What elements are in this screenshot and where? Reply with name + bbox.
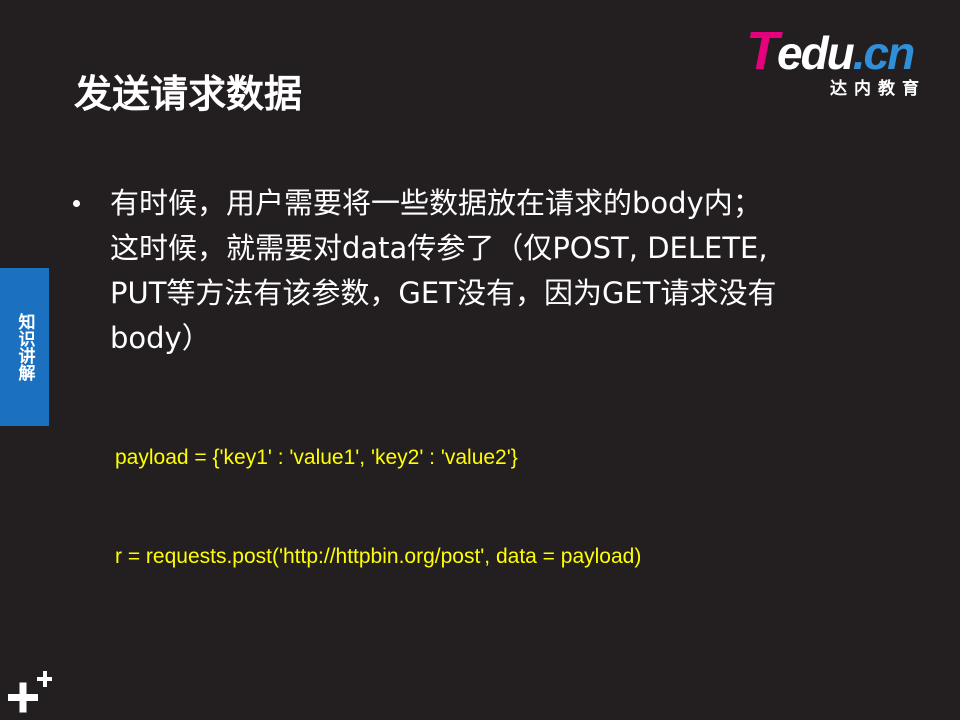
bullet-dot-icon (73, 200, 80, 207)
side-tab: 知识讲解 (0, 268, 49, 426)
bullet-line: 这时候，就需要对data传参了（仅POST, DELETE, (110, 231, 768, 265)
bullet-line: 有时候，用户需要将一些数据放在请求的body内； (110, 186, 762, 220)
logo-letters-cn: .cn (852, 27, 915, 79)
bullet-line: body） (110, 321, 211, 355)
slide: Tedu.cn 达内教育 发送请求数据 知识讲解 有时候，用户需要将一些数据放在… (0, 0, 960, 720)
plus-icon (8, 671, 52, 713)
bullet-text: 有时候，用户需要将一些数据放在请求的body内； 这时候，就需要对data传参了… (110, 181, 850, 361)
logo-wordmark: Tedu.cn (746, 24, 915, 79)
side-tab-label: 知识讲解 (14, 313, 35, 381)
logo-subtitle: 达内教育 (830, 79, 926, 99)
code-line: payload = {'key1' : 'value1', 'key2' : '… (115, 446, 518, 469)
code-block: payload = {'key1' : 'value1', 'key2' : '… (115, 375, 641, 639)
bullet-line: PUT等方法有该参数，GET没有，因为GET请求没有 (110, 276, 777, 310)
tedu-logo: Tedu.cn 达内教育 (746, 24, 936, 100)
code-line: r = requests.post('http://httpbin.org/po… (115, 545, 642, 568)
logo-letter-t: T (746, 21, 779, 81)
logo-letters-edu: edu (777, 27, 855, 79)
slide-title: 发送请求数据 (74, 72, 303, 116)
